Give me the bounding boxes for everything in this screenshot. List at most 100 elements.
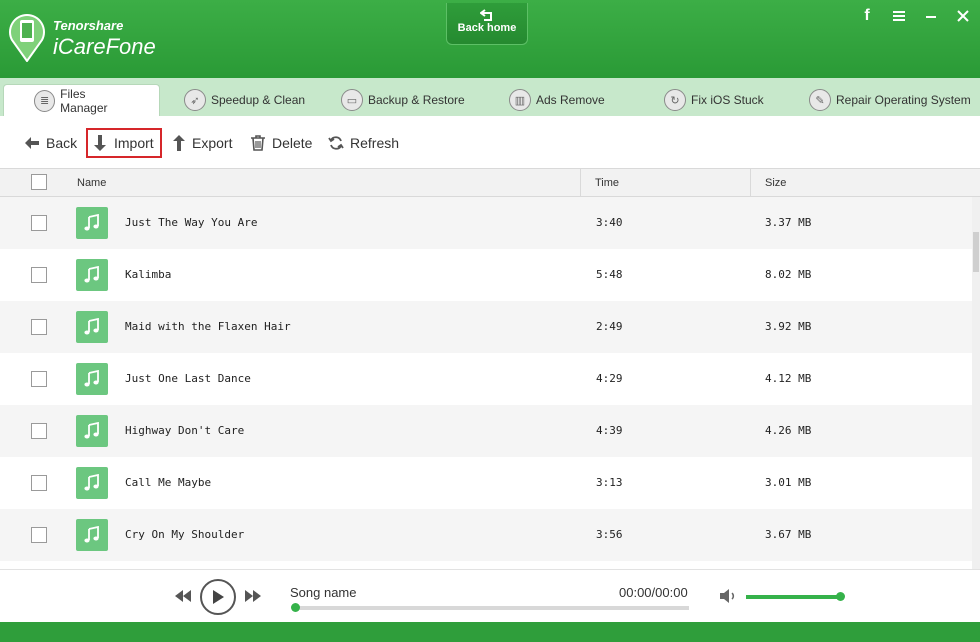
music-note-icon	[76, 519, 108, 551]
progress-track[interactable]	[293, 606, 689, 610]
facebook-icon[interactable]: f	[860, 7, 874, 24]
row-checkbox[interactable]	[31, 527, 47, 543]
file-size: 3.37 MB	[765, 216, 812, 229]
rocket-icon: ➶	[184, 89, 206, 111]
file-size: 3.67 MB	[765, 528, 812, 541]
table-row[interactable]: Maid with the Flaxen Hair 2:49 3.92 MB	[0, 301, 972, 353]
play-icon	[213, 590, 224, 604]
tab-fix-ios-stuck[interactable]: ↻ Fix iOS Stuck	[664, 84, 764, 116]
volume-thumb[interactable]	[836, 592, 845, 601]
table-row[interactable]: Call Me Maybe 3:13 3.01 MB	[0, 457, 972, 509]
select-all-checkbox[interactable]	[31, 174, 47, 190]
file-time: 5:48	[596, 268, 623, 281]
refresh-icon	[328, 136, 344, 150]
column-divider[interactable]	[750, 169, 751, 197]
row-checkbox[interactable]	[31, 423, 47, 439]
table-header: Name Time Size	[0, 168, 980, 197]
import-arrow-icon	[94, 135, 106, 151]
column-name[interactable]: Name	[77, 177, 106, 189]
brand-name: iCareFone	[53, 34, 156, 59]
music-note-icon	[76, 415, 108, 447]
file-time: 3:13	[596, 476, 623, 489]
table-row[interactable]: Just The Way You Are 3:40 3.37 MB	[0, 197, 972, 249]
tab-label: Fix iOS Stuck	[691, 93, 764, 107]
volume-track[interactable]	[746, 595, 842, 599]
export-arrow-icon	[173, 135, 185, 151]
volume-icon[interactable]	[719, 588, 737, 604]
back-label: Back	[46, 135, 78, 151]
arrow-left-icon	[25, 137, 39, 149]
toolbar: Back Import Export Delete Refresh	[0, 116, 980, 168]
export-label: Export	[192, 135, 233, 151]
delete-button[interactable]: Delete	[250, 128, 312, 158]
file-list: Just The Way You Are 3:40 3.37 MB Kalimb…	[0, 197, 972, 569]
file-size: 8.02 MB	[765, 268, 812, 281]
minimize-icon[interactable]	[924, 8, 938, 24]
playback-time: 00:00/00:00	[619, 585, 688, 600]
refresh-icon: ↻	[664, 89, 686, 111]
table-row[interactable]: Highway Don't Care 4:39 4.26 MB	[0, 405, 972, 457]
file-name: Call Me Maybe	[125, 476, 212, 489]
brand-vendor: Tenorshare	[53, 18, 124, 33]
file-name: Just The Way You Are	[125, 216, 258, 229]
file-time: 3:40	[596, 216, 623, 229]
row-checkbox[interactable]	[31, 475, 47, 491]
back-button[interactable]: Back	[24, 128, 77, 158]
song-name: Song name	[290, 585, 357, 600]
table-row[interactable]: Just One Last Dance 4:29 4.12 MB	[0, 353, 972, 405]
table-row[interactable]: Kalimba 5:48 8.02 MB	[0, 249, 972, 301]
tab-label: Ads Remove	[536, 93, 605, 107]
feature-tabs: ≣ Files Manager ➶ Speedup & Clean ▭ Back…	[0, 78, 980, 116]
play-button[interactable]	[200, 579, 236, 615]
tab-files-manager[interactable]: ≣ Files Manager	[3, 84, 160, 116]
wrench-icon: ✎	[809, 89, 831, 111]
previous-track-icon[interactable]	[175, 590, 191, 602]
file-time: 2:49	[596, 320, 623, 333]
file-name: Just One Last Dance	[125, 372, 251, 385]
music-note-icon	[76, 311, 108, 343]
files-icon: ≣	[34, 89, 56, 112]
backup-icon: ▭	[341, 89, 363, 111]
row-checkbox[interactable]	[31, 267, 47, 283]
file-size: 4.12 MB	[765, 372, 812, 385]
app-header: Tenorshare iCareFone Back home f	[0, 0, 980, 78]
row-checkbox[interactable]	[31, 215, 47, 231]
column-divider[interactable]	[580, 169, 581, 197]
export-button[interactable]: Export	[172, 128, 232, 158]
status-bar	[0, 622, 980, 642]
table-row[interactable]: Cry On My Shoulder 3:56 3.67 MB	[0, 509, 972, 561]
file-time: 4:39	[596, 424, 623, 437]
phone-logo-icon	[9, 14, 45, 62]
scrollbar-thumb[interactable]	[973, 232, 979, 272]
back-home-label: Back home	[457, 22, 517, 34]
refresh-button[interactable]: Refresh	[328, 128, 399, 158]
trash-icon	[251, 135, 265, 151]
row-checkbox[interactable]	[31, 371, 47, 387]
trash-icon: ▥	[509, 89, 531, 111]
file-name: Kalimba	[125, 268, 172, 281]
column-time[interactable]: Time	[595, 177, 619, 189]
file-name: Maid with the Flaxen Hair	[125, 320, 291, 333]
import-button[interactable]: Import	[86, 128, 162, 158]
next-track-icon[interactable]	[245, 590, 261, 602]
row-checkbox[interactable]	[31, 319, 47, 335]
progress-thumb[interactable]	[291, 603, 300, 612]
column-size[interactable]: Size	[765, 177, 786, 189]
file-name: Cry On My Shoulder	[125, 528, 245, 541]
menu-icon[interactable]	[892, 8, 906, 24]
file-size: 3.01 MB	[765, 476, 812, 489]
tab-ads-remove[interactable]: ▥ Ads Remove	[509, 84, 605, 116]
tab-speedup-clean[interactable]: ➶ Speedup & Clean	[184, 84, 305, 116]
tab-backup-restore[interactable]: ▭ Backup & Restore	[341, 84, 465, 116]
tab-label: Repair Operating System	[836, 93, 971, 107]
media-player: Song name 00:00/00:00	[0, 569, 980, 622]
music-note-icon	[76, 363, 108, 395]
file-size: 3.92 MB	[765, 320, 812, 333]
back-home-button[interactable]: Back home	[446, 3, 528, 45]
close-icon[interactable]	[956, 8, 970, 24]
tab-label: Speedup & Clean	[211, 93, 306, 107]
import-label: Import	[114, 135, 154, 151]
file-name: Highway Don't Care	[125, 424, 245, 437]
music-note-icon	[76, 467, 108, 499]
tab-repair-os[interactable]: ✎ Repair Operating System	[809, 84, 971, 116]
